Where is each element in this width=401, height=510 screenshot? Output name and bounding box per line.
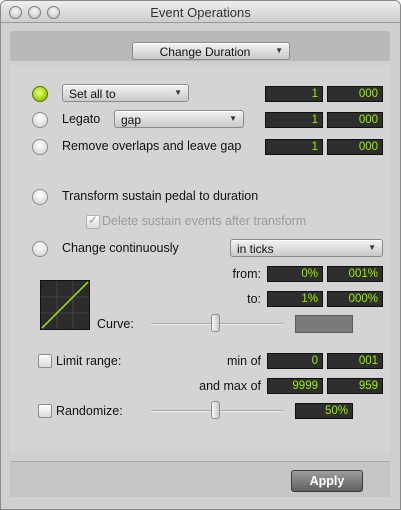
change-unit-select[interactable]: in ticks ▼: [230, 239, 383, 257]
delete-sustain-label: Delete sustain events after transform: [102, 214, 307, 228]
curve-graph-icon[interactable]: [40, 280, 90, 330]
operation-select[interactable]: Change Duration ▼: [132, 42, 290, 60]
legato-ticks-field[interactable]: 000: [327, 112, 383, 128]
chevron-down-icon: ▼: [275, 46, 283, 55]
remove-overlaps-label: Remove overlaps and leave gap: [62, 139, 242, 153]
delete-sustain-checkbox[interactable]: ✓: [86, 213, 100, 229]
set-all-to-label: Set all to: [69, 87, 116, 101]
apply-button[interactable]: Apply: [291, 470, 363, 492]
checkmark-icon: ✓: [88, 213, 99, 227]
set-all-to-ticks-field[interactable]: 000: [327, 86, 383, 102]
min-value-field[interactable]: 0: [267, 353, 323, 369]
to-label: to:: [247, 292, 261, 306]
title-bar[interactable]: Event Operations: [1, 1, 400, 23]
chevron-down-icon: ▼: [174, 88, 182, 97]
set-all-to-select[interactable]: Set all to ▼: [62, 84, 189, 102]
randomize-label: Randomize:: [56, 404, 123, 418]
radio-change-continuously[interactable]: [32, 241, 48, 257]
curve-value-field[interactable]: [295, 315, 353, 333]
change-unit-label: in ticks: [237, 242, 274, 256]
from-label: from:: [232, 267, 261, 281]
to-percent-field[interactable]: 1%: [267, 291, 323, 307]
radio-transform-sustain[interactable]: [32, 189, 48, 205]
radio-remove-overlaps[interactable]: [32, 139, 48, 155]
radio-set-all-to[interactable]: [32, 86, 48, 102]
remove-overlaps-bars-field[interactable]: 1: [265, 139, 323, 155]
transform-sustain-label: Transform sustain pedal to duration: [62, 189, 259, 203]
min-of-label: min of: [226, 354, 261, 368]
randomize-slider-thumb[interactable]: [211, 401, 220, 419]
limit-range-checkbox[interactable]: [38, 354, 52, 368]
event-operations-window: Event Operations Change Duration ▼ Set a…: [0, 0, 401, 510]
curve-label: Curve:: [97, 317, 134, 331]
from-fine-field[interactable]: 001%: [327, 266, 383, 282]
max-fine-field[interactable]: 959: [327, 378, 383, 394]
set-all-to-bars-field[interactable]: 1: [265, 86, 323, 102]
legato-mode-select[interactable]: gap ▼: [114, 110, 244, 128]
operation-select-label: Change Duration: [159, 45, 251, 59]
randomize-value-field[interactable]: 50%: [295, 403, 353, 419]
legato-label: Legato: [62, 112, 101, 126]
chevron-down-icon: ▼: [229, 114, 237, 123]
chevron-down-icon: ▼: [368, 243, 376, 252]
randomize-checkbox[interactable]: [38, 404, 52, 418]
to-fine-field[interactable]: 000%: [327, 291, 383, 307]
legato-bars-field[interactable]: 1: [265, 112, 323, 128]
window-title: Event Operations: [150, 5, 251, 20]
max-value-field[interactable]: 9999: [267, 378, 323, 394]
limit-range-label: Limit range:: [56, 354, 122, 368]
remove-overlaps-ticks-field[interactable]: 000: [327, 139, 383, 155]
curve-slider-thumb[interactable]: [211, 314, 220, 332]
change-continuously-label: Change continuously: [62, 241, 179, 255]
curve-line: [41, 281, 89, 329]
min-fine-field[interactable]: 001: [327, 353, 383, 369]
from-percent-field[interactable]: 0%: [267, 266, 323, 282]
radio-legato[interactable]: [32, 112, 48, 128]
legato-mode-label: gap: [121, 113, 142, 127]
max-of-label: and max of: [199, 379, 261, 393]
